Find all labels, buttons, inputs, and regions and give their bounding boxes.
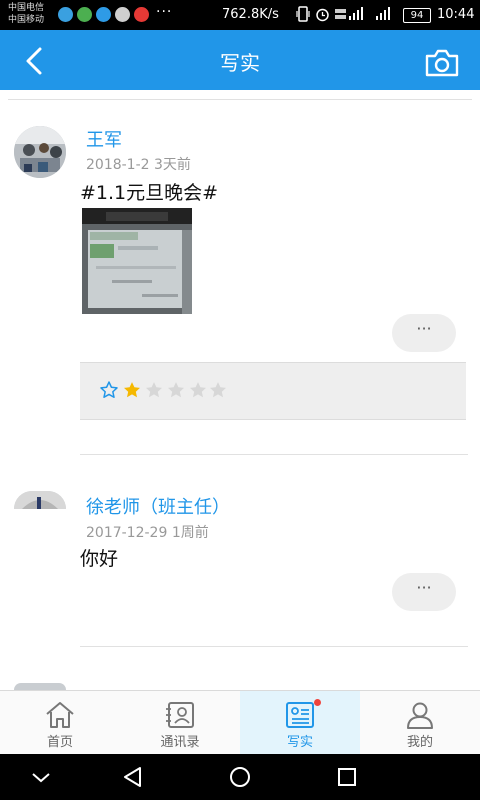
divider xyxy=(8,99,472,100)
app-header: 写实 xyxy=(0,30,480,90)
user-icon xyxy=(407,702,433,729)
post-date: 2017-12-29 1周前 xyxy=(86,522,209,542)
rating-bar xyxy=(80,362,466,420)
tab-label: 我的 xyxy=(406,735,433,750)
network-speed: 762.8K/s xyxy=(222,7,279,22)
system-navigation-bar xyxy=(0,754,480,800)
home-circle-icon[interactable] xyxy=(229,766,251,788)
bottom-navigation: 首页 通讯录 写实 我的 xyxy=(0,690,480,755)
page-title: 写实 xyxy=(220,51,260,75)
post-photo[interactable] xyxy=(82,208,192,314)
divider xyxy=(80,646,468,647)
avatar[interactable] xyxy=(14,683,66,690)
player-notification-icon xyxy=(96,7,111,22)
post-content: #1.1元旦晚会# xyxy=(80,182,219,204)
status-bar: 中国电信 中国移动 ··· 762.8K/s 94 10:44 xyxy=(0,0,480,30)
tab-record[interactable]: 写实 xyxy=(240,691,360,755)
umbrella-notification-icon xyxy=(134,7,149,22)
post-relative-time: 1周前 xyxy=(171,525,209,541)
tab-profile[interactable]: 我的 xyxy=(360,691,480,755)
post-author[interactable]: 徐老师（班主任） xyxy=(86,493,230,519)
avatar[interactable] xyxy=(14,126,66,178)
record-icon xyxy=(286,702,314,728)
collapse-icon[interactable] xyxy=(30,766,52,788)
clock: 10:44 xyxy=(437,7,475,22)
carrier-info: 中国电信 中国移动 xyxy=(8,2,62,26)
star-filled-icon[interactable] xyxy=(122,380,142,400)
more-options-button[interactable]: ··· xyxy=(392,314,456,352)
carrier-2: 中国移动 xyxy=(8,15,45,25)
divider xyxy=(80,454,468,455)
avatar[interactable] xyxy=(14,491,66,509)
post-relative-time: 3天前 xyxy=(154,157,191,173)
signal-2g-icon xyxy=(370,7,390,25)
post-date: 2018-1-2 3天前 xyxy=(86,154,191,174)
battery-level: 94 xyxy=(403,8,431,23)
alarm-icon xyxy=(315,7,330,26)
tab-label: 首页 xyxy=(46,735,73,750)
notification-icons xyxy=(58,7,149,22)
more-options-button[interactable]: ··· xyxy=(392,573,456,611)
star-empty-icon[interactable] xyxy=(188,380,208,400)
tab-label: 写实 xyxy=(286,735,313,750)
more-notifications-icon: ··· xyxy=(156,4,173,20)
star-empty-icon[interactable] xyxy=(166,380,186,400)
feed-list[interactable]: 王军 2018-1-2 3天前 #1.1元旦晚会# ··· 徐老师（班主任） 2… xyxy=(0,90,480,690)
recents-square-icon[interactable] xyxy=(336,766,358,788)
message-notification-icon xyxy=(115,7,130,22)
app-notification-icon xyxy=(58,7,73,22)
vibrate-icon xyxy=(296,6,310,26)
video-notification-icon xyxy=(77,7,92,22)
post-author[interactable]: 王军 xyxy=(86,126,122,152)
post-content: 你好 xyxy=(80,548,119,570)
carrier-1: 中国电信 xyxy=(8,3,45,13)
back-triangle-icon[interactable] xyxy=(122,766,144,788)
post-date-value: 2017-12-29 xyxy=(86,525,168,541)
star-outline-icon[interactable] xyxy=(99,380,119,400)
tab-contacts[interactable]: 通讯录 xyxy=(120,691,240,755)
contacts-icon xyxy=(166,702,194,728)
post-date-value: 2018-1-2 xyxy=(86,157,150,173)
star-empty-icon[interactable] xyxy=(144,380,164,400)
notification-badge xyxy=(314,699,321,706)
tab-home[interactable]: 首页 xyxy=(0,691,120,755)
home-icon xyxy=(46,702,74,728)
camera-icon xyxy=(425,49,459,77)
star-empty-icon[interactable] xyxy=(208,380,228,400)
tab-label: 通讯录 xyxy=(160,735,200,750)
signal-4g-icon xyxy=(335,7,365,25)
camera-button[interactable] xyxy=(424,48,460,78)
